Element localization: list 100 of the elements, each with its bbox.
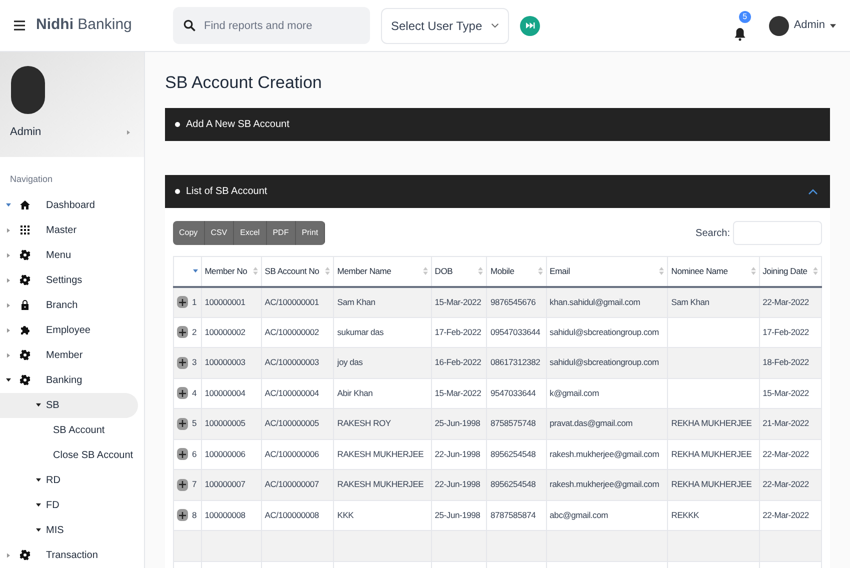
expand-row-button[interactable] bbox=[177, 478, 188, 491]
caret-right-icon bbox=[7, 302, 10, 308]
caret-down-icon bbox=[36, 503, 41, 508]
table-cell: AC/100000005 bbox=[261, 408, 334, 439]
nav-item[interactable]: Transaction bbox=[0, 542, 144, 568]
column-header[interactable]: Member Name bbox=[334, 256, 432, 286]
table-cell: 21-Mar-2022 bbox=[759, 408, 822, 439]
column-header[interactable] bbox=[174, 256, 202, 286]
panel-title: List of SB Account bbox=[186, 185, 268, 199]
plus-icon bbox=[179, 298, 186, 306]
caret-down-icon bbox=[6, 378, 11, 382]
grid-icon bbox=[19, 224, 31, 236]
expand-row-button[interactable] bbox=[177, 448, 188, 460]
caret-down-icon bbox=[830, 24, 836, 28]
table-cell: pravat.das@gmail.com bbox=[546, 408, 668, 439]
sort-icon bbox=[750, 267, 756, 276]
nav-item[interactable]: Branch bbox=[0, 292, 144, 318]
plus-icon bbox=[179, 450, 186, 458]
table-cell: khan.sahidul@gmail.com bbox=[546, 286, 668, 317]
table-cell: REKHA MUKHERJEE bbox=[668, 470, 760, 500]
column-header[interactable]: Member No bbox=[201, 256, 262, 286]
sort-descending-icon bbox=[192, 269, 198, 274]
expand-row-button[interactable] bbox=[177, 418, 188, 430]
sort-icon bbox=[325, 267, 330, 276]
chevron-up-icon bbox=[808, 188, 818, 194]
table-cell: joy das bbox=[334, 348, 432, 378]
expand-row-button[interactable] bbox=[177, 296, 188, 308]
section-label: Navigation bbox=[9, 173, 54, 186]
avatar bbox=[768, 16, 789, 36]
fast-forward-button[interactable] bbox=[520, 16, 540, 36]
caret-down-icon bbox=[36, 528, 41, 532]
expand-row-button[interactable] bbox=[177, 387, 188, 400]
nav-link[interactable]: Close SB Account bbox=[0, 442, 144, 468]
search-field[interactable]: Find reports and more bbox=[173, 7, 370, 44]
nav-item[interactable]: Employee bbox=[0, 318, 144, 343]
row-number: 5 bbox=[192, 417, 197, 430]
export-button[interactable]: CSV bbox=[204, 221, 234, 245]
expand-row-button[interactable] bbox=[177, 509, 188, 522]
table-cell: AC/100000001 bbox=[261, 286, 334, 317]
caret-right-icon bbox=[7, 552, 10, 558]
column-header[interactable]: SB Account No bbox=[261, 256, 334, 286]
export-button[interactable]: Excel bbox=[234, 221, 267, 245]
profile-name: Admin bbox=[10, 125, 42, 140]
table-cell: 100000001 bbox=[201, 286, 262, 317]
nav-link[interactable]: SB Account bbox=[0, 418, 144, 443]
plus-icon bbox=[179, 420, 186, 428]
fast-forward-icon bbox=[526, 22, 534, 29]
table-cell: 08617312382 bbox=[486, 348, 546, 378]
export-button[interactable]: Copy bbox=[173, 221, 205, 245]
table-cell: RAKESH MUKHERJEE bbox=[334, 470, 432, 500]
table-cell: 8956254548 bbox=[486, 470, 546, 500]
caret-down-icon bbox=[36, 478, 41, 482]
nav-item[interactable]: Menu bbox=[0, 242, 144, 268]
table-cell: REKHA MUKHERJEE bbox=[668, 408, 760, 439]
plus-icon bbox=[179, 512, 186, 519]
caret-right-icon bbox=[7, 278, 10, 283]
table-cell: AC/100000003 bbox=[261, 348, 334, 378]
column-header[interactable]: DOB bbox=[431, 256, 487, 286]
export-button[interactable]: Print bbox=[296, 221, 326, 245]
export-button[interactable]: PDF bbox=[266, 221, 296, 245]
table-cell: 22-Jun-1998 bbox=[431, 470, 487, 500]
expand-row-button[interactable] bbox=[177, 356, 188, 369]
table-cell: 100000003 bbox=[201, 348, 262, 378]
nav-item[interactable]: Banking bbox=[0, 368, 144, 393]
column-header[interactable]: Mobile bbox=[486, 256, 546, 286]
nav-item[interactable]: Master bbox=[0, 218, 144, 243]
table-search-field[interactable] bbox=[733, 221, 822, 245]
panel-title: Add A New SB Account bbox=[186, 118, 290, 132]
nav-subitem[interactable]: RD bbox=[0, 468, 138, 493]
row-number: 8 bbox=[192, 508, 197, 522]
notification-count: 5 bbox=[738, 10, 751, 22]
column-header[interactable]: Email bbox=[546, 256, 668, 286]
nav-item[interactable]: Settings bbox=[0, 268, 144, 293]
row-number: 6 bbox=[192, 448, 197, 461]
menu-button[interactable] bbox=[12, 18, 26, 32]
table-cell: AC/100000007 bbox=[261, 470, 334, 500]
expand-row-button[interactable] bbox=[177, 326, 188, 338]
sort-icon bbox=[422, 267, 428, 276]
table-cell: 16-Feb-2022 bbox=[431, 348, 487, 378]
column-header[interactable]: Nominee Name bbox=[668, 256, 760, 286]
nav-subitem[interactable]: MIS bbox=[0, 518, 138, 543]
column-header[interactable]: Joining Date bbox=[759, 256, 822, 286]
plus-icon bbox=[179, 481, 186, 488]
page-title: SB Account Creation bbox=[165, 72, 323, 94]
gear-icon bbox=[19, 249, 31, 262]
user-menu[interactable]: Admin bbox=[768, 16, 836, 36]
search-label: Search: bbox=[696, 226, 730, 240]
user-type-select[interactable]: Select User Type bbox=[381, 8, 509, 44]
table-cell: 22-Mar-2022 bbox=[759, 286, 822, 317]
nav-subitem[interactable]: FD bbox=[0, 492, 138, 518]
nav-item[interactable]: Dashboard bbox=[0, 192, 144, 218]
caret-right-icon bbox=[7, 352, 10, 358]
table-cell: 8758575748 bbox=[486, 408, 546, 439]
row-number: 2 bbox=[192, 326, 197, 339]
nav-item[interactable]: Member bbox=[0, 342, 144, 368]
sort-icon bbox=[813, 267, 818, 276]
plus-icon bbox=[179, 390, 186, 397]
table-cell: RAKESH ROY bbox=[334, 408, 432, 439]
caret-right-icon bbox=[7, 228, 10, 233]
nav-subitem[interactable]: SB bbox=[0, 392, 138, 418]
